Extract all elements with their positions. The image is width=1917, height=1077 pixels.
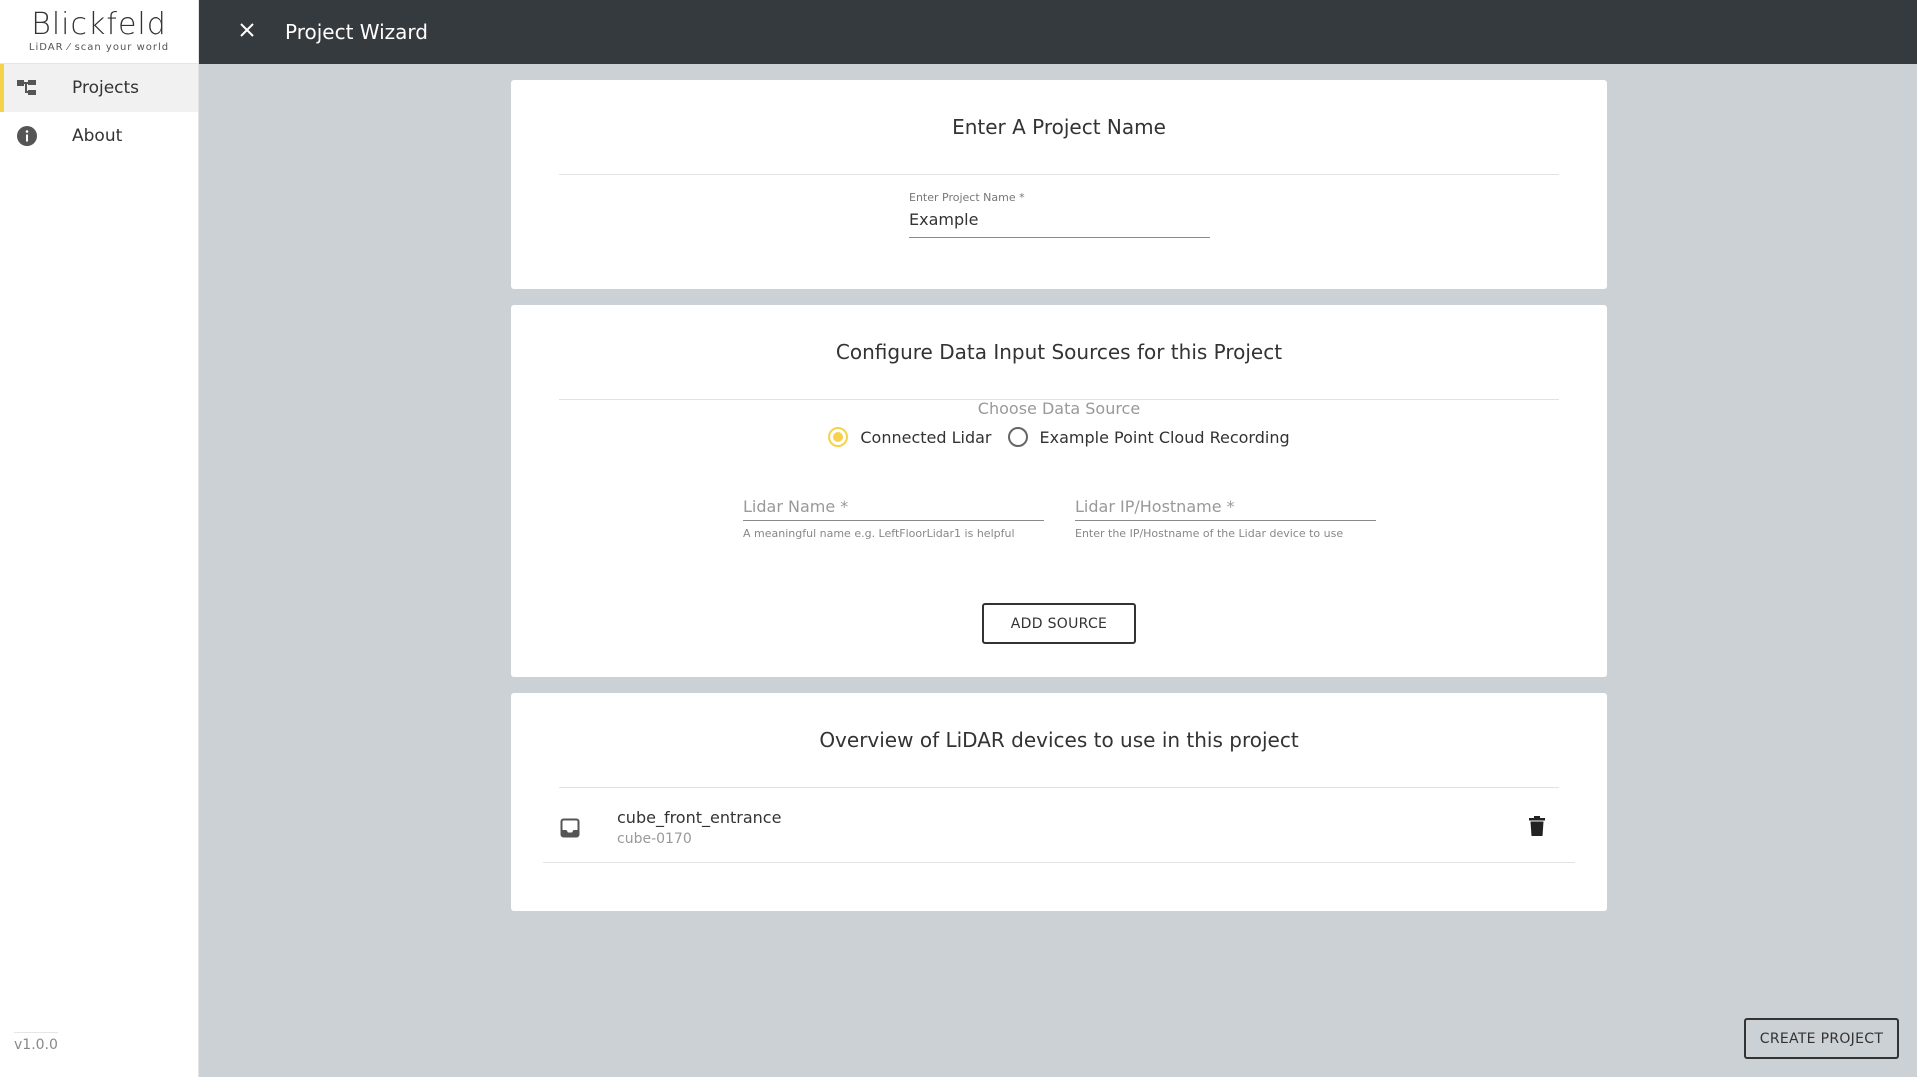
radio-checked-icon[interactable] <box>828 427 849 447</box>
lidar-name-field: Lidar Name * A meaningful name e.g. Left… <box>743 493 1044 540</box>
lidar-ip-field: Lidar IP/Hostname * Enter the IP/Hostnam… <box>1075 493 1376 540</box>
sidebar-item-label: Projects <box>72 78 140 98</box>
choose-source-label: Choose Data Source <box>977 399 1141 418</box>
create-project-button[interactable]: CREATE PROJECT <box>1744 1018 1899 1059</box>
close-icon <box>239 22 255 42</box>
sidebar-item-projects[interactable]: Projects <box>0 64 198 112</box>
trash-icon <box>1529 815 1545 840</box>
radio-connected-lidar[interactable]: Connected Lidar <box>828 427 992 447</box>
device-name: cube_front_entrance <box>617 808 782 827</box>
logo-tagline: LiDAR ⁄ scan your world <box>28 42 170 53</box>
info-icon <box>16 125 38 147</box>
project-tree-icon <box>16 77 38 99</box>
project-name-input[interactable]: Example <box>909 204 1210 238</box>
lidar-name-helper: A meaningful name e.g. LeftFloorLidar1 i… <box>743 527 1015 540</box>
device-id: cube-0170 <box>617 831 692 847</box>
sidebar: Blickfeld LiDAR ⁄ scan your world Projec… <box>0 0 199 1077</box>
radio-unchecked-icon[interactable] <box>1007 427 1028 447</box>
logo-wordmark: Blickfeld <box>31 7 167 42</box>
sidebar-item-label: About <box>72 126 123 146</box>
devices-overview-card: Overview of LiDAR devices to use in this… <box>511 693 1607 911</box>
data-sources-card: Configure Data Input Sources for this Pr… <box>511 305 1607 677</box>
sidebar-item-about[interactable]: About <box>0 112 198 160</box>
lidar-ip-helper: Enter the IP/Hostname of the Lidar devic… <box>1075 527 1344 540</box>
lidar-ip-input[interactable]: Lidar IP/Hostname * <box>1075 493 1376 521</box>
list-item[interactable]: cube_front_entrance cube-0170 <box>543 793 1575 863</box>
card-title: Overview of LiDAR devices to use in this… <box>559 693 1559 788</box>
device-text: cube_front_entrance cube-0170 <box>617 808 1523 847</box>
add-source-button[interactable]: ADD SOURCE <box>982 603 1136 644</box>
app-root: Blickfeld LiDAR ⁄ scan your world Projec… <box>0 0 1917 1077</box>
close-button[interactable] <box>227 12 267 52</box>
top-bar: Project Wizard <box>199 0 1917 64</box>
logo: Blickfeld LiDAR ⁄ scan your world <box>0 0 198 64</box>
radio-label: Connected Lidar <box>860 427 992 447</box>
card-title: Enter A Project Name <box>559 80 1559 175</box>
project-name-label: Enter Project Name * <box>909 191 1025 204</box>
page-title: Project Wizard <box>285 20 428 44</box>
inbox-icon <box>559 817 581 839</box>
lidar-name-input[interactable]: Lidar Name * <box>743 493 1044 521</box>
delete-device-button[interactable] <box>1523 814 1551 842</box>
project-name-card: Enter A Project Name Enter Project Name … <box>511 80 1607 289</box>
project-name-field[interactable]: Enter Project Name * Example <box>909 191 1210 238</box>
card-title: Configure Data Input Sources for this Pr… <box>559 305 1559 400</box>
source-radio-group: Connected Lidar Example Point Cloud Reco… <box>511 427 1607 447</box>
version-label: v1.0.0 <box>14 1032 58 1053</box>
radio-example-recording[interactable]: Example Point Cloud Recording <box>1007 427 1290 447</box>
radio-label: Example Point Cloud Recording <box>1039 427 1290 447</box>
